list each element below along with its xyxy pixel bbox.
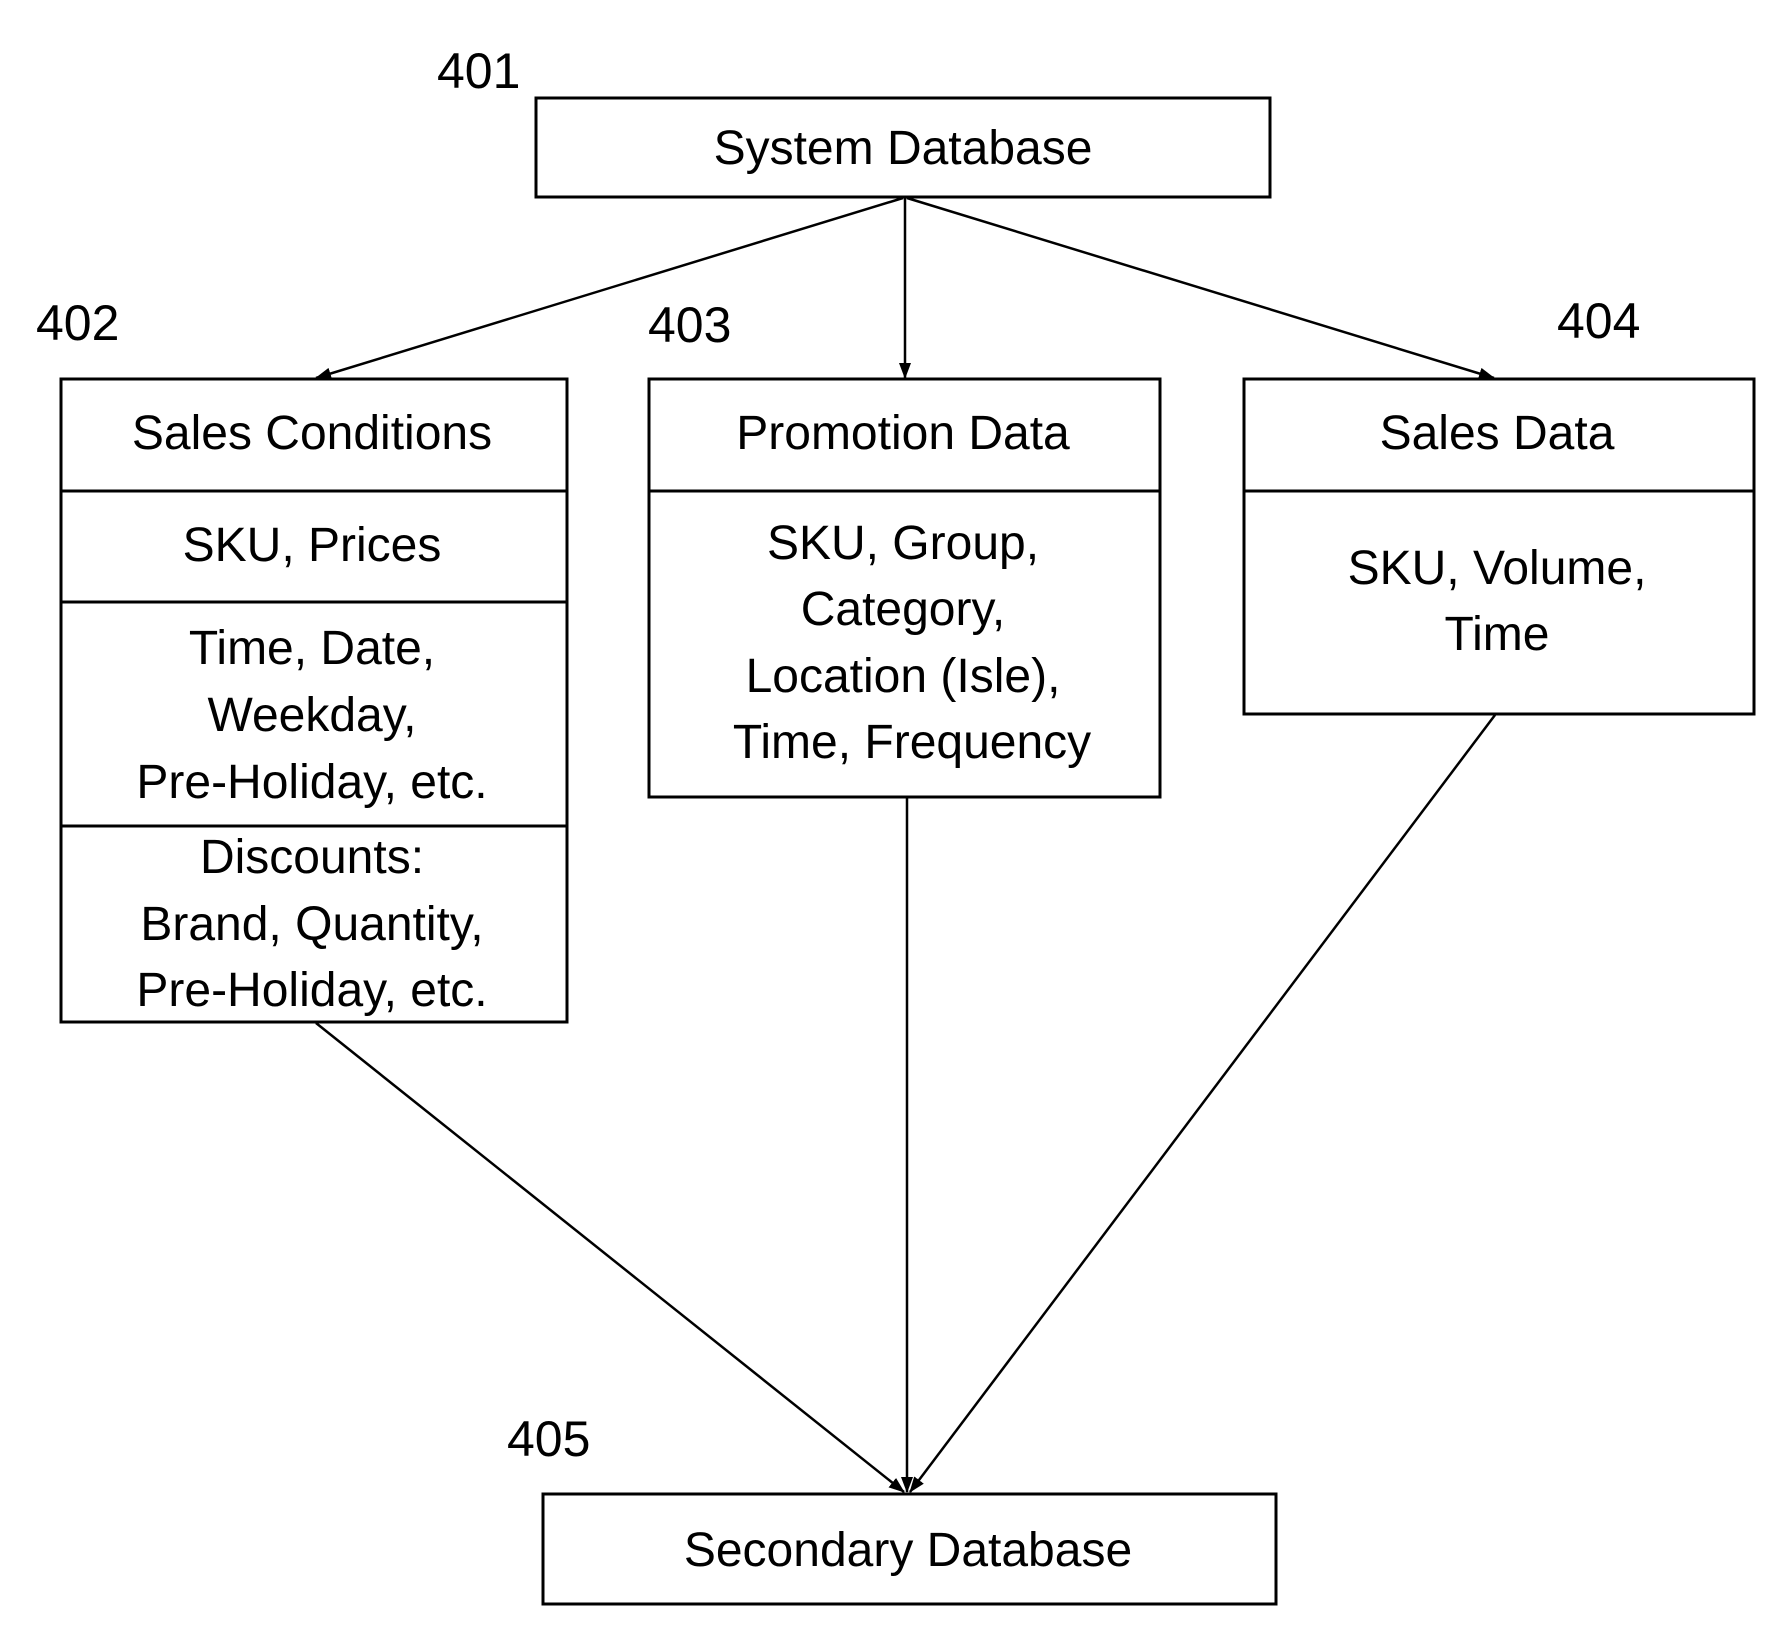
sales-data-title: Sales Data xyxy=(1380,407,1615,460)
ref-label-403: 403 xyxy=(648,297,731,353)
section-text: Category, xyxy=(801,583,1006,636)
section-text: Discounts: xyxy=(200,831,424,884)
section-text: Weekday, xyxy=(208,689,417,742)
section-text: Time, Frequency xyxy=(733,716,1091,769)
system-database-title: System Database xyxy=(714,122,1093,175)
sales-conditions-title: Sales Conditions xyxy=(132,407,492,460)
node-sales-conditions: 402 Sales Conditions SKU, Prices Time, D… xyxy=(36,295,569,1024)
section-text: Time xyxy=(1445,608,1550,661)
edge-401-402 xyxy=(315,196,904,380)
section-text: Location (Isle), xyxy=(746,650,1061,703)
node-sales-data: 404 Sales Data SKU, Volume, Time xyxy=(1242,293,1756,716)
section-text: Pre-Holiday, etc. xyxy=(136,964,487,1017)
edge-404-405 xyxy=(909,714,1496,1493)
edge-401-404 xyxy=(906,196,1495,380)
edge-402-405 xyxy=(315,1022,905,1493)
section-text: Time, Date, xyxy=(189,622,435,675)
ref-label-405: 405 xyxy=(507,1411,590,1467)
section-text: Pre-Holiday, etc. xyxy=(136,756,487,809)
secondary-database-title: Secondary Database xyxy=(684,1524,1132,1577)
section-text: SKU, Prices xyxy=(183,519,442,572)
node-secondary-database: 405 Secondary Database xyxy=(507,1411,1278,1606)
section-text: SKU, Group, xyxy=(767,517,1039,570)
node-system-database: 401 System Database xyxy=(437,43,1272,199)
promotion-data-title: Promotion Data xyxy=(736,407,1070,460)
section-text: SKU, Volume, xyxy=(1348,542,1647,595)
diagram-canvas: 401 System Database 402 Sales Conditions… xyxy=(36,43,1756,1606)
ref-label-404: 404 xyxy=(1557,293,1640,349)
section-text: Brand, Quantity, xyxy=(140,898,483,951)
ref-label-402: 402 xyxy=(36,295,119,351)
ref-label-401: 401 xyxy=(437,43,520,99)
